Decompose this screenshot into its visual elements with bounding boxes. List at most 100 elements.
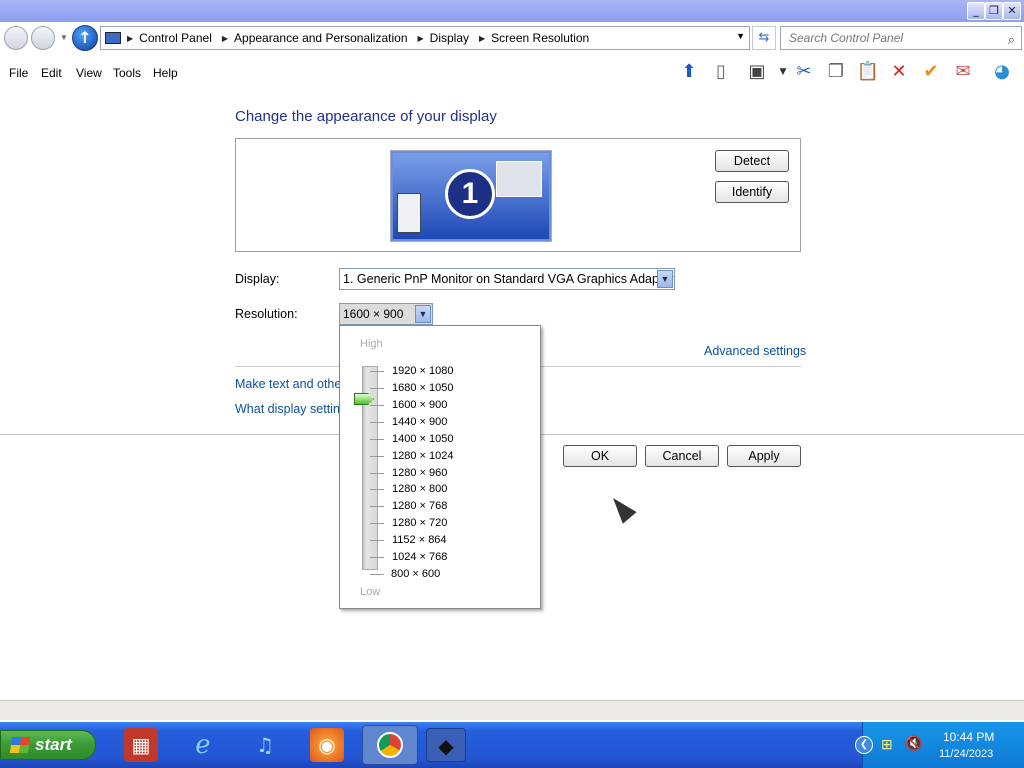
checkmark-icon[interactable]: ✔: [919, 60, 943, 84]
resolution-option[interactable]: 1152 × 864: [392, 534, 447, 546]
search-placeholder: Search Control Panel: [789, 31, 904, 45]
tray-expand-icon[interactable]: ❮: [855, 736, 873, 754]
slider-tick: [370, 439, 384, 440]
slider-low-label: Low: [360, 586, 381, 598]
mail-icon[interactable]: ✉: [951, 60, 975, 84]
resolution-dropdown: High 1920 × 1080 1680 × 1050 1600 × 900 …: [339, 325, 541, 609]
slider-tick: [370, 422, 384, 423]
control-panel-icon: [105, 32, 121, 44]
resolution-option[interactable]: 800 × 600: [391, 568, 440, 580]
maximize-button[interactable]: ❐: [985, 2, 1003, 20]
navigation-bar: ▼ ↑ ▶ Control Panel ▶ Appearance and Per…: [0, 22, 1024, 54]
resolution-option[interactable]: 1920 × 1080: [392, 365, 453, 377]
display-settings-help-link[interactable]: What display setting: [235, 402, 347, 416]
search-input[interactable]: Search Control Panel ⌕: [780, 26, 1022, 50]
slider-tick: [370, 388, 384, 389]
breadcrumb-screen-resolution[interactable]: Screen Resolution: [491, 31, 589, 45]
slider-tick: [370, 405, 384, 406]
views-icon[interactable]: ▣: [745, 60, 769, 84]
display-label: Display:: [235, 272, 280, 286]
breadcrumb-control-panel[interactable]: Control Panel: [139, 31, 212, 45]
text-size-link[interactable]: Make text and other: [235, 377, 345, 391]
up-folder-icon[interactable]: ⬆: [677, 60, 701, 84]
slider-tick: [370, 557, 384, 558]
forward-button[interactable]: [31, 26, 55, 50]
breadcrumb-display[interactable]: Display: [430, 31, 469, 45]
minimize-button[interactable]: _: [967, 2, 985, 20]
menu-file[interactable]: File: [9, 66, 28, 80]
menu-help[interactable]: Help: [153, 66, 178, 80]
resolution-option[interactable]: 1680 × 1050: [392, 382, 453, 394]
main-content: Change the appearance of your display 1 …: [0, 88, 1024, 700]
cut-icon[interactable]: ✂: [792, 60, 816, 84]
slider-tick: [370, 473, 384, 474]
resolution-option-selected[interactable]: 1600 × 900: [392, 399, 447, 411]
page-title: Change the appearance of your display: [235, 108, 497, 125]
monitor-number-badge: 1: [445, 169, 495, 219]
resolution-option[interactable]: 1280 × 800: [392, 483, 447, 495]
slider-tick: [370, 574, 384, 575]
cancel-button[interactable]: Cancel: [645, 445, 719, 467]
paste-icon[interactable]: 📋: [856, 60, 880, 84]
slider-tick: [370, 456, 384, 457]
menu-view[interactable]: View: [76, 66, 102, 80]
music-icon[interactable]: ♫: [248, 728, 282, 762]
breadcrumb-separator-icon: ▶: [479, 33, 486, 43]
close-button[interactable]: ✕: [1003, 2, 1021, 20]
resolution-option[interactable]: 1280 × 1024: [392, 450, 453, 462]
resolution-option[interactable]: 1280 × 768: [392, 500, 447, 512]
delete-icon[interactable]: ✕: [887, 60, 911, 84]
address-bar[interactable]: ▶ Control Panel ▶ Appearance and Persona…: [100, 26, 750, 50]
start-button[interactable]: start: [0, 730, 96, 760]
search-icon[interactable]: ⌕: [1008, 30, 1015, 52]
menu-tools[interactable]: Tools: [113, 66, 141, 80]
display-select-value: 1. Generic PnP Monitor on Standard VGA G…: [343, 272, 674, 286]
copy-icon[interactable]: ❐: [824, 60, 848, 84]
store-icon[interactable]: ▦: [124, 728, 158, 762]
resolution-label: Resolution:: [235, 307, 298, 321]
monitor-image[interactable]: 1: [391, 151, 551, 241]
up-arrow-icon[interactable]: ↑: [72, 25, 98, 51]
chrome-window-button[interactable]: [362, 725, 418, 765]
taskbar: start ▦ ℯ ♫ ◉ ◆ ❮ ⊞ 🔇 10:44 PM 11/24/202…: [0, 722, 1024, 768]
breadcrumb-appearance[interactable]: Appearance and Personalization: [234, 31, 407, 45]
clock-time[interactable]: 10:44 PM: [943, 730, 994, 744]
network-icon[interactable]: ⊞: [881, 736, 893, 753]
resolution-option[interactable]: 1280 × 960: [392, 467, 447, 479]
chevron-down-icon[interactable]: ▼: [657, 270, 673, 288]
slider-tick: [370, 523, 384, 524]
clock-date[interactable]: 11/24/2023: [939, 748, 993, 760]
breadcrumb-separator-icon: ▶: [417, 33, 424, 43]
identify-button[interactable]: Identify: [715, 181, 789, 203]
resolution-option[interactable]: 1400 × 1050: [392, 433, 453, 445]
history-dropdown-icon[interactable]: ▼: [60, 33, 68, 42]
slider-tick: [370, 371, 384, 372]
display-select[interactable]: 1. Generic PnP Monitor on Standard VGA G…: [339, 268, 675, 290]
slider-tick: [370, 489, 384, 490]
menu-edit[interactable]: Edit: [41, 66, 62, 80]
apply-button[interactable]: Apply: [727, 445, 801, 467]
resolution-option[interactable]: 1440 × 900: [392, 416, 447, 428]
refresh-icon[interactable]: ⇆: [752, 26, 776, 50]
monitor-window-graphic: [496, 161, 542, 197]
breadcrumb-separator-icon: ▶: [127, 33, 134, 43]
monitor-panel: 1 Detect Identify: [235, 138, 801, 252]
back-button[interactable]: [4, 26, 28, 50]
display-app-icon[interactable]: ◆: [426, 728, 466, 762]
internet-explorer-icon[interactable]: ℯ: [186, 728, 220, 762]
status-bar: [0, 700, 1024, 720]
chevron-down-icon[interactable]: ▼: [415, 305, 431, 323]
system-tray: ❮ ⊞ 🔇 10:44 PM 11/24/2023: [855, 722, 1024, 768]
slider-high-label: High: [360, 338, 383, 350]
firefox-icon[interactable]: ◉: [310, 728, 344, 762]
resolution-option[interactable]: 1024 × 768: [392, 551, 447, 563]
volume-muted-icon[interactable]: 🔇: [905, 735, 922, 752]
folders-pane-icon[interactable]: ▯: [709, 60, 733, 84]
advanced-settings-link[interactable]: Advanced settings: [704, 344, 806, 358]
globe-icon[interactable]: ◕: [990, 60, 1014, 84]
resolution-select[interactable]: 1600 × 900 ▼: [339, 303, 433, 325]
address-dropdown-icon[interactable]: ▼: [736, 31, 745, 41]
detect-button[interactable]: Detect: [715, 150, 789, 172]
ok-button[interactable]: OK: [563, 445, 637, 467]
resolution-option[interactable]: 1280 × 720: [392, 517, 447, 529]
